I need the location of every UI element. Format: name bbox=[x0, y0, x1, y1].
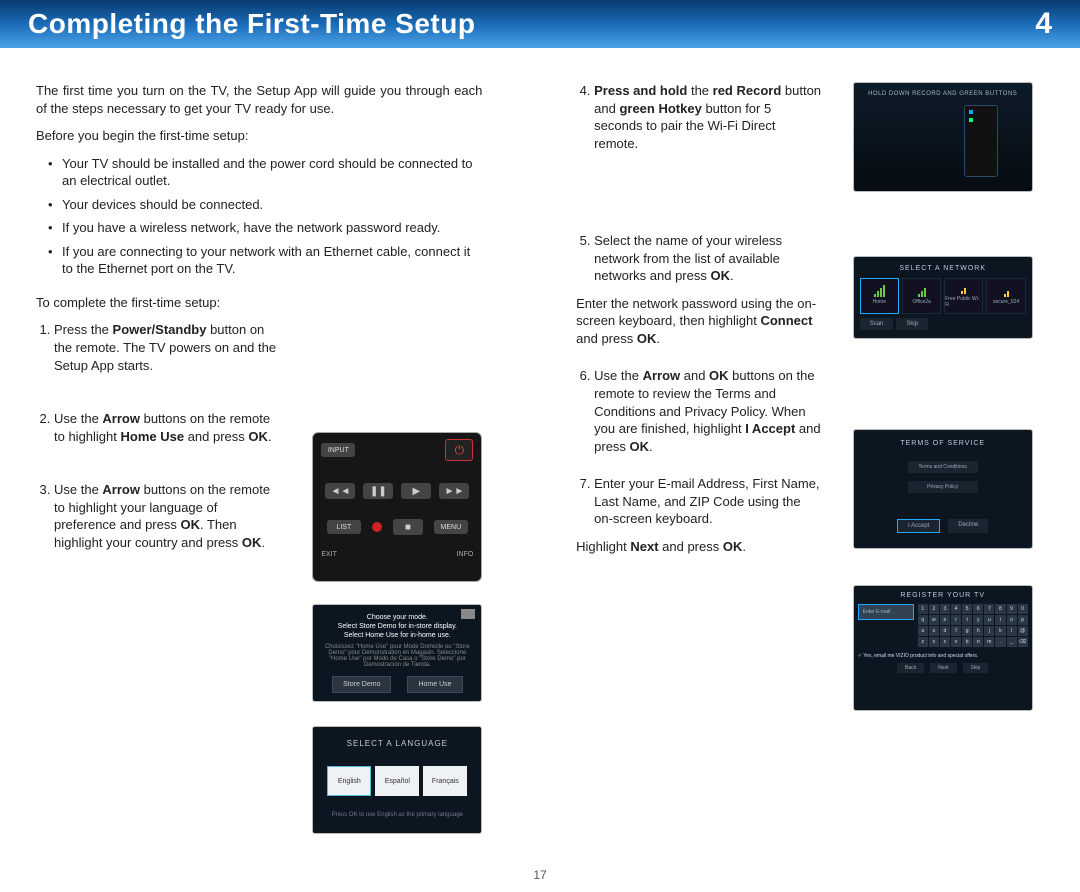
page-body: The first time you turn on the TV, the S… bbox=[0, 48, 1080, 868]
chapter-header: Completing the First-Time Setup 4 bbox=[0, 0, 1080, 48]
mode-thumb: Choose your mode.Select Store Demo for i… bbox=[312, 604, 482, 702]
step-7: Enter your E-mail Address, First Name, L… bbox=[594, 475, 823, 555]
info-label: INFO bbox=[457, 551, 474, 558]
chapter-number: 4 bbox=[1035, 7, 1052, 41]
power-icon: ⏻ bbox=[445, 439, 473, 461]
lang-francais: Français bbox=[423, 766, 467, 796]
network-card: secure_024 bbox=[986, 278, 1025, 314]
select-network-thumb: SELECT A NETWORK Home Office2a Free Publ… bbox=[853, 256, 1033, 339]
ffwd-icon: ►► bbox=[439, 483, 469, 499]
input-key: INPUT bbox=[321, 443, 355, 457]
step-4: Press and hold the red Record button and… bbox=[594, 82, 823, 152]
before-item: Your devices should be connected. bbox=[62, 196, 482, 214]
lang-english: English bbox=[327, 766, 371, 796]
stop-icon: ■ bbox=[393, 519, 423, 535]
language-thumb: SELECT A LANGUAGE English Español França… bbox=[312, 726, 482, 834]
pair-remote-thumb: HOLD DOWN RECORD AND GREEN BUTTONS bbox=[853, 82, 1033, 192]
network-card: Home bbox=[860, 278, 899, 314]
on-screen-keyboard: 1234567890 qwertyuiop asdfghjkl@ zxcvbnm… bbox=[918, 604, 1028, 647]
column-mid: Press and hold the red Record button and… bbox=[576, 82, 823, 858]
store-demo-btn: Store Demo bbox=[332, 676, 391, 693]
home-use-btn: Home Use bbox=[407, 676, 462, 693]
rewind-icon: ◄◄ bbox=[325, 483, 355, 499]
network-card: Free Public Wi-Fi bbox=[944, 278, 983, 314]
before-list: Your TV should be installed and the powe… bbox=[36, 155, 482, 284]
record-icon bbox=[372, 522, 382, 532]
step-2: Use the Arrow buttons on the remote to h… bbox=[54, 410, 281, 445]
network-card: Office2a bbox=[902, 278, 941, 314]
play-icon: ▶ bbox=[401, 483, 431, 499]
energy-logo-icon bbox=[461, 609, 475, 619]
steps-1-3: Press the Power/Standby button on the re… bbox=[36, 321, 281, 587]
before-item: Your TV should be installed and the powe… bbox=[62, 155, 482, 190]
steps-4-7: Press and hold the red Record button and… bbox=[576, 82, 823, 609]
before-item: If you have a wireless network, have the… bbox=[62, 219, 482, 237]
remote-device-icon bbox=[964, 105, 998, 177]
list-key: LIST bbox=[327, 520, 361, 534]
step-6: Use the Arrow and OK buttons on the remo… bbox=[594, 367, 823, 455]
column-thumbs-right: HOLD DOWN RECORD AND GREEN BUTTONS SELEC… bbox=[853, 82, 1044, 858]
exit-label: EXIT bbox=[321, 551, 337, 558]
step-5: Select the name of your wireless network… bbox=[594, 232, 823, 347]
before-item: If you are connecting to your network wi… bbox=[62, 243, 482, 278]
menu-key: MENU bbox=[434, 520, 468, 534]
page-title: Completing the First-Time Setup bbox=[28, 8, 475, 40]
step-3: Use the Arrow buttons on the remote to h… bbox=[54, 481, 281, 551]
step-1: Press the Power/Standby button on the re… bbox=[54, 321, 281, 374]
lang-espanol: Español bbox=[375, 766, 419, 796]
page-number: 17 bbox=[0, 868, 1080, 892]
remote-thumb: INPUT ⏻ ◄◄ ❚❚ ▶ ►► LIST ■ MENU EXIT INFO bbox=[312, 432, 482, 582]
register-thumb: REGISTER YOUR TV Enter E-mail 1234567890… bbox=[853, 585, 1033, 711]
terms-thumb: TERMS OF SERVICE Terms and Conditions Pr… bbox=[853, 429, 1033, 549]
pause-icon: ❚❚ bbox=[363, 483, 393, 499]
